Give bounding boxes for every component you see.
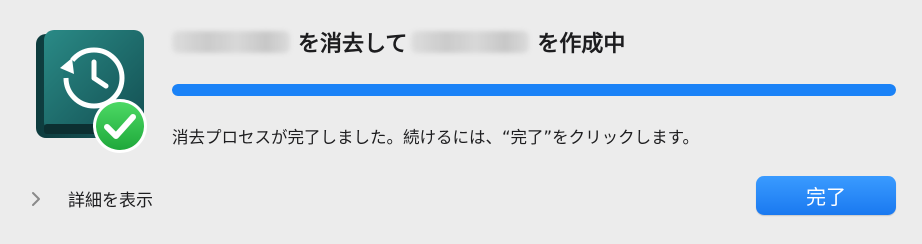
- checkmark-badge-icon: [93, 99, 147, 153]
- show-details-label: 詳細を表示: [68, 191, 153, 211]
- chevron-right-icon: [32, 191, 40, 206]
- done-button[interactable]: 完了: [756, 176, 896, 215]
- erase-dialog: を消去して を作成中 消去プロセスが完了しました。続けるには、“完了”をクリック…: [0, 0, 922, 244]
- dialog-title: を消去して を作成中: [172, 26, 625, 58]
- progress-bar: [172, 84, 896, 96]
- show-details-toggle[interactable]: 詳細を表示: [30, 186, 153, 211]
- redacted-volume-name: [411, 31, 530, 53]
- redacted-volume-name: [172, 31, 290, 53]
- title-mid-text: を消去して: [298, 32, 408, 57]
- status-message: 消去プロセスが完了しました。続けるには、“完了”をクリックします。: [172, 128, 699, 147]
- time-machine-drive-icon: [26, 24, 154, 153]
- progress-fill: [172, 84, 896, 96]
- title-tail-text: を作成中: [537, 32, 626, 57]
